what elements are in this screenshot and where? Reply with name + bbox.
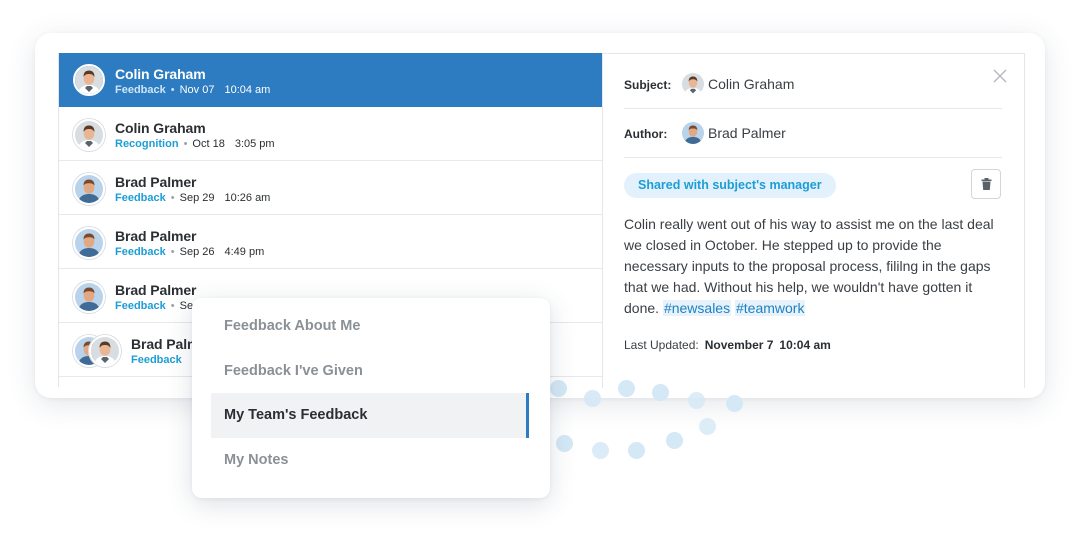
- brad-avatar: [73, 227, 105, 259]
- item-date: Sep 26: [179, 246, 215, 258]
- shared-badge: Shared with subject's manager: [624, 173, 836, 198]
- item-date: Oct 18: [192, 138, 225, 150]
- brad-avatar: [682, 122, 704, 144]
- item-name: Brad Palmer: [115, 228, 197, 244]
- author-name: Brad Palmer: [708, 125, 786, 141]
- colin-avatar: [73, 64, 105, 96]
- list-item[interactable]: Colin Graham Recognition • Oct 18 3:05 pm: [59, 107, 602, 161]
- separator-dot: •: [170, 192, 175, 204]
- item-meta: Feedback • Sep 26 4:49 pm: [115, 246, 264, 258]
- decorative-dots: [540, 380, 760, 470]
- colin-avatar: [89, 335, 121, 367]
- menu-item-team-feedback[interactable]: My Team's Feedback: [211, 393, 529, 438]
- item-meta: Feedback • Sep: [115, 300, 199, 312]
- colin-avatar: [682, 73, 704, 95]
- updated-time: 10:04 am: [779, 338, 831, 352]
- hashtag-link[interactable]: #teamwork: [734, 300, 806, 316]
- item-name: Colin Graham: [115, 66, 206, 82]
- item-time: 3:05 pm: [234, 138, 275, 150]
- separator-dot: •: [183, 138, 188, 150]
- trash-icon: [981, 178, 992, 190]
- updated-date: November 7: [704, 338, 774, 352]
- item-name: Brad Palmer: [115, 174, 197, 190]
- divider: [624, 108, 1002, 109]
- item-type: Feedback: [115, 84, 166, 96]
- item-date: Nov 07: [179, 84, 215, 96]
- item-type: Feedback: [131, 354, 182, 366]
- last-updated: Last Updated: November 7 10:04 am: [624, 338, 831, 352]
- close-icon[interactable]: [992, 68, 1008, 84]
- item-meta: Feedback • Nov 07 10:04 am: [115, 84, 270, 96]
- author-label: Author:: [624, 127, 668, 141]
- item-name: Brad Palmer: [115, 282, 197, 298]
- item-time: 10:26 am: [224, 192, 271, 204]
- menu-item-feedback-given[interactable]: Feedback I've Given: [211, 349, 529, 394]
- item-meta: Feedback • Sep 29 10:26 am: [115, 192, 270, 204]
- separator-dot: •: [170, 300, 175, 312]
- list-item[interactable]: Colin Graham Feedback • Nov 07 10:04 am: [59, 53, 602, 107]
- colin-avatar: [73, 119, 105, 151]
- brad-avatar: [73, 173, 105, 205]
- item-meta: Recognition • Oct 18 3:05 pm: [115, 138, 275, 150]
- item-name: Colin Graham: [115, 120, 206, 136]
- item-meta: Feedback: [131, 354, 182, 366]
- separator-dot: •: [170, 84, 175, 96]
- delete-button[interactable]: [971, 169, 1001, 199]
- item-name: Brad Palm: [131, 336, 200, 352]
- item-date: Sep 29: [179, 192, 215, 204]
- divider: [624, 157, 1002, 158]
- separator-dot: •: [170, 246, 175, 258]
- list-item[interactable]: Brad Palmer Feedback • Sep 26 4:49 pm: [59, 215, 602, 269]
- item-type: Feedback: [115, 246, 166, 258]
- item-time: 10:04 am: [224, 84, 271, 96]
- feedback-body: Colin really went out of his way to assi…: [624, 214, 1009, 319]
- feedback-detail-panel: Subject: Colin Graham Author: Brad Palme…: [602, 53, 1025, 388]
- subject-name: Colin Graham: [708, 76, 795, 92]
- menu-item-my-notes[interactable]: My Notes: [211, 438, 529, 483]
- subject-label: Subject:: [624, 78, 672, 92]
- item-type: Feedback: [115, 192, 166, 204]
- item-type: Feedback: [115, 300, 166, 312]
- updated-label: Last Updated:: [624, 338, 699, 352]
- hashtag-link[interactable]: #newsales: [662, 300, 732, 316]
- item-type: Recognition: [115, 138, 179, 150]
- item-time: 4:49 pm: [224, 246, 265, 258]
- list-item[interactable]: Brad Palmer Feedback • Sep 29 10:26 am: [59, 161, 602, 215]
- menu-item-feedback-about-me[interactable]: Feedback About Me: [211, 304, 529, 349]
- brad-avatar: [73, 281, 105, 313]
- feedback-filter-menu: Feedback About Me Feedback I've Given My…: [192, 298, 550, 498]
